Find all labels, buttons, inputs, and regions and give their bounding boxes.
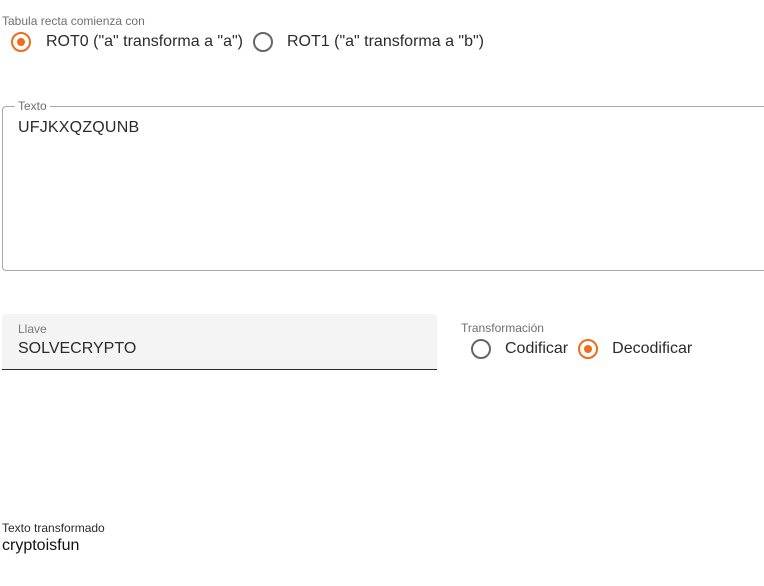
texto-label: Texto xyxy=(15,99,50,113)
rot1-label: ROT1 ("a" transforma a "b") xyxy=(287,33,484,50)
decodificar-radio-button[interactable] xyxy=(578,339,599,359)
rot0-label: ROT0 ("a" transforma a "a") xyxy=(46,33,243,50)
llave-value: SOLVECRYPTO xyxy=(18,340,137,357)
rot0-option[interactable]: ROT0 ("a" transforma a "a") xyxy=(11,32,243,52)
tabula-recta-caption: Tabula recta comienza con xyxy=(2,14,145,28)
decodificar-label: Decodificar xyxy=(612,340,693,357)
codificar-option[interactable]: Codificar xyxy=(471,339,568,359)
rot0-radio-button[interactable] xyxy=(11,32,31,52)
texto-value: UFJKXQZQUNB xyxy=(18,119,140,136)
codificar-label: Codificar xyxy=(505,340,569,357)
transformacion-caption: Transformación xyxy=(461,321,544,335)
rot1-radio-button[interactable] xyxy=(253,32,273,52)
llave-input[interactable]: Llave SOLVECRYPTO xyxy=(2,314,437,370)
texto-transformado-label: Texto transformado xyxy=(2,521,105,535)
transformacion-radio-group: Codificar Decodificar xyxy=(471,339,692,359)
texto-transformado-value: cryptoisfun xyxy=(2,537,80,554)
rot1-option[interactable]: ROT1 ("a" transforma a "b") xyxy=(253,32,484,52)
llave-label: Llave xyxy=(18,322,47,336)
tabula-recta-radio-group: ROT0 ("a" transforma a "a") ROT1 ("a" tr… xyxy=(11,32,484,52)
decodificar-option[interactable]: Decodificar xyxy=(578,339,692,359)
codificar-radio-button[interactable] xyxy=(471,339,491,359)
